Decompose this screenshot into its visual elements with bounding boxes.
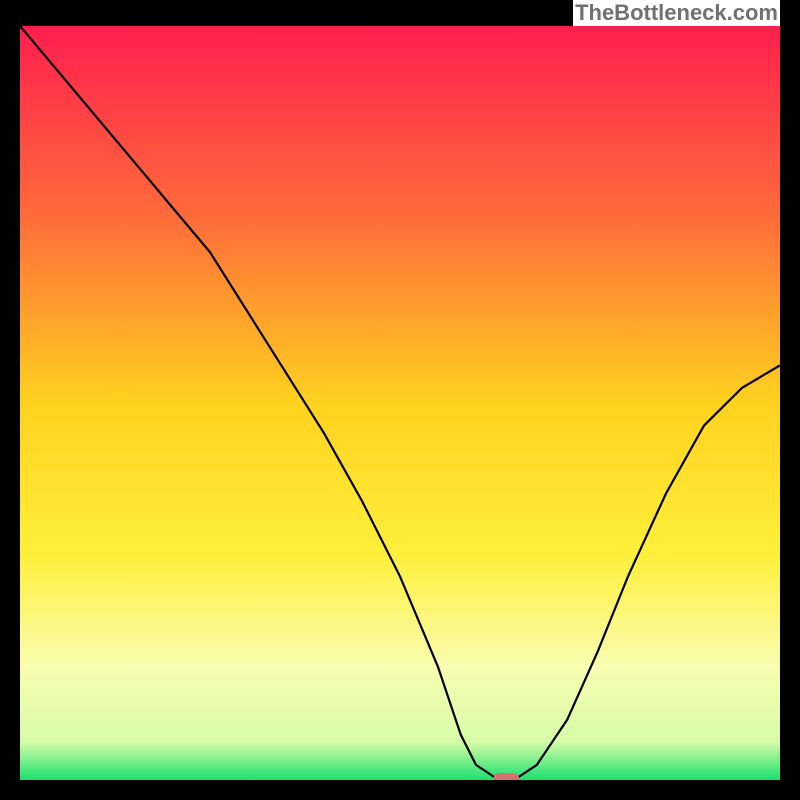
chart-plot-area	[20, 26, 780, 780]
chart-frame: TheBottleneck.com	[0, 0, 800, 800]
chart-svg	[20, 26, 780, 780]
optimal-point-marker	[493, 773, 519, 780]
gradient-background	[20, 26, 780, 780]
watermark-text: TheBottleneck.com	[573, 0, 780, 26]
